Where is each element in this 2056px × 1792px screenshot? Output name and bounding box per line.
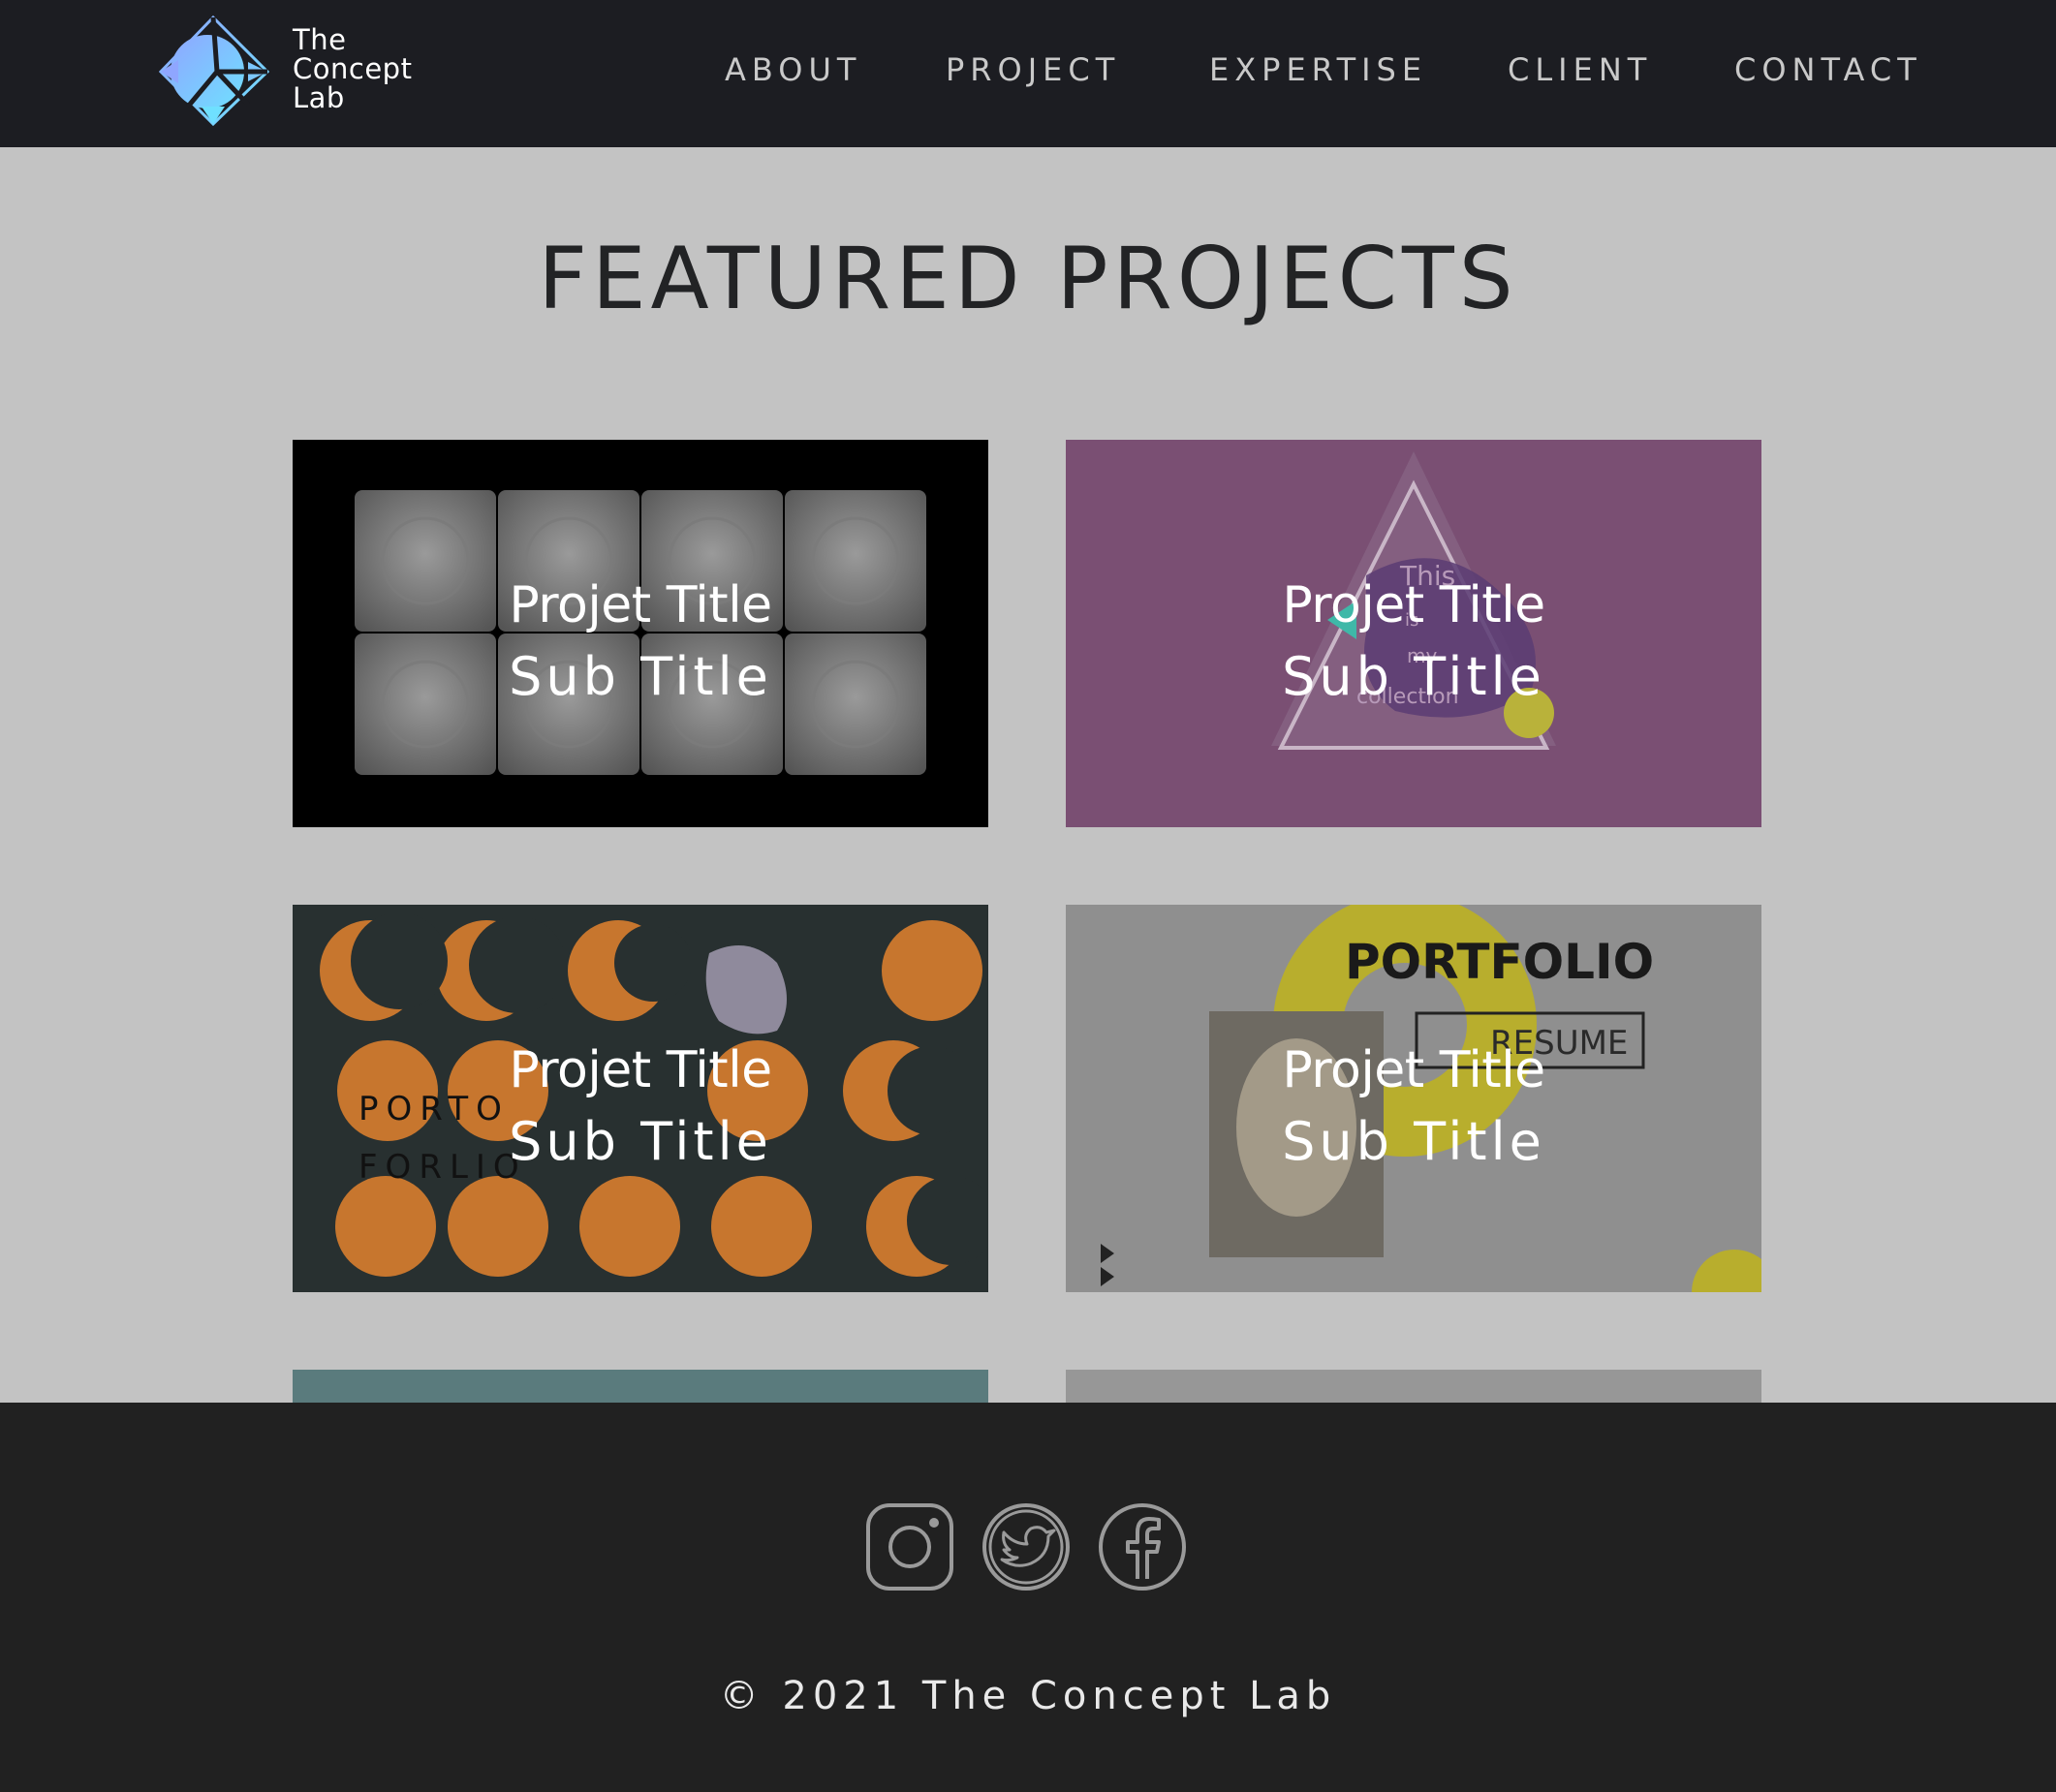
instagram-icon[interactable] <box>864 1501 955 1592</box>
project-card-4[interactable]: PORTFOLIO RESUME Projet Title Sub Title <box>1066 905 1761 1292</box>
nav-item-expertise[interactable]: EXPERTISE <box>1209 50 1427 89</box>
thumb4-portfolio-text: PORTFOLIO <box>1345 934 1654 990</box>
brand-line-1: The <box>293 23 347 56</box>
copyright-text: © 2021 The Concept Lab <box>719 1674 1337 1718</box>
nav-item-client[interactable]: CLIENT <box>1508 50 1652 89</box>
project-title: Projet Title <box>1282 1041 1545 1099</box>
project-card-5-partial[interactable] <box>293 1370 988 1403</box>
footer: © 2021 The Concept Lab <box>0 1403 2056 1792</box>
project-subtitle: Sub Title <box>1282 1111 1545 1172</box>
project-card-2[interactable]: This is my collection Projet Title Sub T… <box>1066 440 1761 827</box>
top-navigation-bar: The Concept Lab ABOUT PROJECT EXPERTISE … <box>0 0 2056 147</box>
project-title: Projet Title <box>1282 576 1545 634</box>
brand-line-2: Concept <box>293 52 413 85</box>
nav-item-project[interactable]: PROJECT <box>946 50 1120 89</box>
nav-item-contact[interactable]: CONTACT <box>1734 50 1922 89</box>
project-subtitle: Sub Title <box>509 1111 772 1172</box>
brand-wordmark[interactable]: The Concept Lab <box>293 25 412 112</box>
project-card-1[interactable]: Projet Title Sub Title <box>293 440 988 827</box>
project-title: Projet Title <box>509 576 772 634</box>
project-title: Projet Title <box>509 1041 772 1099</box>
brand-line-3: Lab <box>293 81 345 114</box>
page-title: FEATURED PROJECTS <box>538 229 1518 328</box>
diamond-logo-icon[interactable] <box>159 15 271 126</box>
nav-item-about[interactable]: ABOUT <box>725 50 861 89</box>
project-subtitle: Sub Title <box>1282 646 1545 707</box>
project-subtitle: Sub Title <box>509 646 772 707</box>
twitter-icon[interactable] <box>981 1501 1072 1592</box>
project-card-6-partial[interactable] <box>1066 1370 1761 1403</box>
facebook-icon[interactable] <box>1097 1501 1188 1592</box>
project-card-3[interactable]: PORTO FORLIO Projet Title Sub Title <box>293 905 988 1292</box>
